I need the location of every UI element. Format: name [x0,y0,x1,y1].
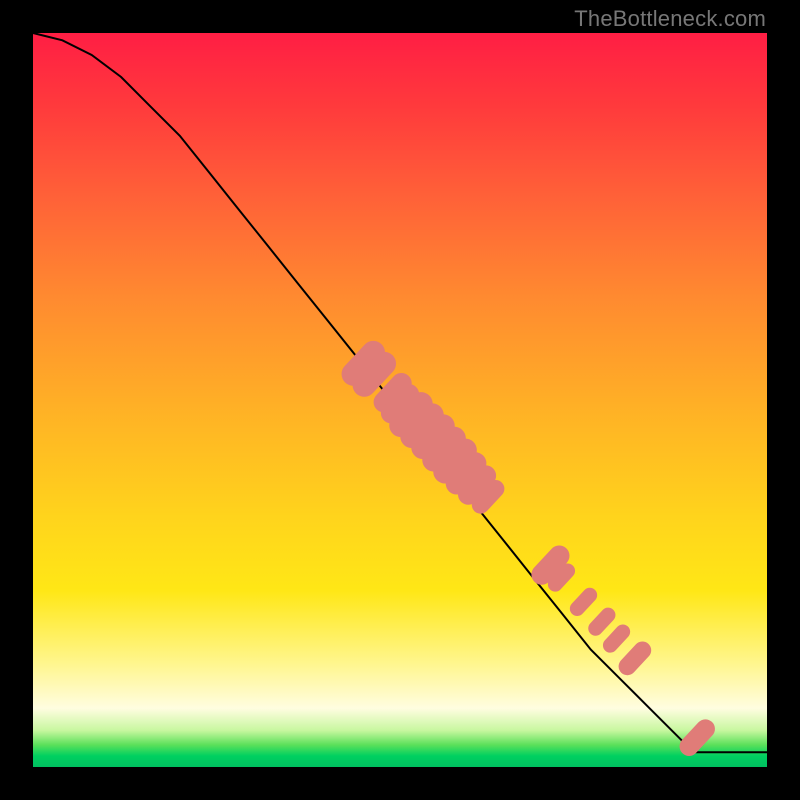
chart-svg [33,33,767,767]
attribution-label: TheBottleneck.com [574,6,766,32]
data-point [542,556,560,575]
data-point [610,632,623,646]
chart-frame: TheBottleneck.com [0,0,800,800]
data-points [353,353,705,747]
data-point [627,650,642,666]
data-point [689,729,705,747]
data-point [481,489,496,505]
data-point [555,571,568,584]
data-point [596,615,609,628]
data-point [364,364,384,385]
data-point [577,595,590,609]
plot-area [33,33,767,767]
